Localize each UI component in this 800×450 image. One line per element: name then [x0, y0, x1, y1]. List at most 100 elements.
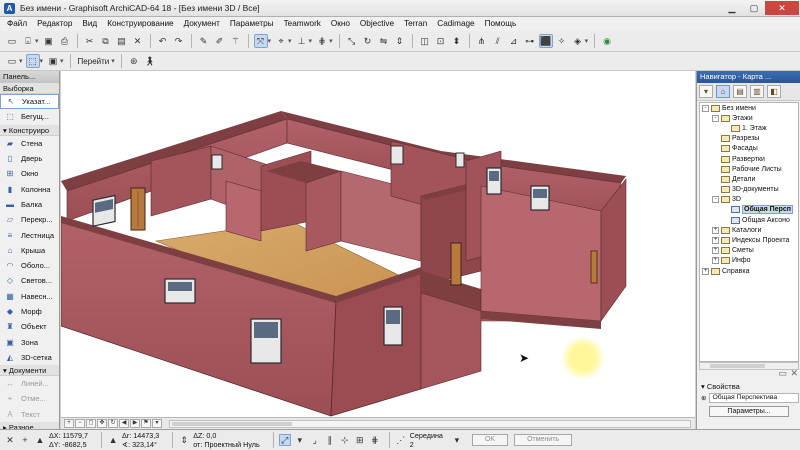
chevron-down-icon[interactable]: ▾	[35, 37, 39, 45]
tree-node[interactable]: Развертки	[700, 154, 798, 164]
view-map-icon[interactable]: ▤	[733, 85, 747, 98]
menu-item[interactable]: Помощь	[480, 17, 522, 31]
tool-door[interactable]: ▯ Дверь	[0, 151, 59, 166]
tree-node[interactable]: + Индексы Проекта	[700, 235, 798, 245]
minimize-button[interactable]: ▁	[721, 1, 743, 15]
tool-object[interactable]: ♜ Объект	[0, 319, 59, 334]
menu-item[interactable]: Конструирование	[102, 17, 178, 31]
gravity-icon[interactable]: ⊞	[354, 434, 366, 446]
tool-wall[interactable]: ▰ Стена	[0, 136, 59, 151]
parallel-icon[interactable]: ∥	[324, 434, 336, 446]
tree-node[interactable]: 3D-документы	[700, 185, 798, 195]
chevron-down-icon[interactable]: ▾	[309, 37, 313, 45]
grid-icon[interactable]: ⋕	[369, 434, 381, 446]
expand-icon[interactable]: +	[702, 267, 709, 275]
orbit-icon[interactable]: ⊛	[127, 54, 141, 68]
tree-node[interactable]: Общая Аксоно	[700, 215, 798, 225]
paste-icon[interactable]: ▤	[115, 34, 129, 48]
close-button[interactable]: ✕	[765, 1, 799, 15]
menu-item[interactable]: Вид	[77, 17, 102, 31]
tool-mesh[interactable]: ◭ 3D-сетка	[0, 350, 59, 365]
toolbox-section-select[interactable]: Выборка	[0, 83, 59, 94]
collapse-icon[interactable]: -	[712, 196, 719, 204]
scrollbar-thumb[interactable]	[172, 421, 292, 426]
special-snap-icon[interactable]: ⊹	[339, 434, 351, 446]
tree-node[interactable]: Общая Персп	[700, 205, 798, 215]
menu-item[interactable]: Документ	[179, 17, 225, 31]
drag-icon[interactable]: ⤡	[345, 34, 359, 48]
trim-icon[interactable]: ⊶	[523, 34, 537, 48]
tree-node[interactable]: Детали	[700, 174, 798, 184]
tree-node[interactable]: - Этажи	[700, 113, 798, 123]
delete-view-icon[interactable]: ✕	[790, 368, 798, 379]
cancel-button[interactable]: Отменить	[514, 434, 573, 446]
parameters-button[interactable]: Параметры...	[709, 406, 789, 417]
orbit-icon[interactable]: ↻	[108, 419, 118, 428]
menu-item[interactable]: Teamwork	[279, 17, 326, 31]
pan-icon[interactable]: ✥	[97, 419, 107, 428]
explore-icon[interactable]: ⚑	[141, 419, 151, 428]
surface-painter-icon[interactable]: ◈	[571, 34, 585, 48]
toolbox-section-document[interactable]: ▾ Документи	[0, 365, 59, 377]
publisher-icon[interactable]: ◧	[767, 85, 781, 98]
layer-icon[interactable]: ▭	[5, 54, 19, 68]
new-view-icon[interactable]: ▭	[778, 368, 787, 379]
expand-icon[interactable]: +	[712, 247, 719, 255]
group-icon[interactable]: ◫	[418, 34, 432, 48]
view-mode-icon[interactable]: ▣	[46, 54, 60, 68]
chevron-down-icon[interactable]: ▾	[40, 57, 44, 65]
project-map-icon[interactable]: ⌂	[716, 85, 730, 98]
pick-up-icon[interactable]: ✎	[197, 34, 211, 48]
tree-node[interactable]: + Сметы	[700, 246, 798, 256]
menu-item[interactable]: Редактор	[32, 17, 77, 31]
open-folder-icon[interactable]: ⌺	[21, 34, 35, 48]
lock-icon[interactable]: ⊡	[434, 34, 448, 48]
horizontal-scrollbar[interactable]	[169, 419, 691, 428]
delta-x-value[interactable]: ΔX: 11579,7	[49, 431, 88, 440]
3d-window-icon[interactable]: ⬛	[538, 34, 553, 48]
view-name-field[interactable]: Общая Перспектива	[709, 393, 799, 403]
tool-roof[interactable]: ⌂ Крыша	[0, 243, 59, 258]
toolbox-section-design[interactable]: ▾ Конструиро	[0, 124, 59, 136]
expand-icon[interactable]: +	[712, 226, 719, 234]
tree-node[interactable]: - Без имени	[700, 103, 798, 113]
tree-node[interactable]: + Инфо	[700, 256, 798, 266]
chevron-down-icon[interactable]: ▾	[585, 37, 589, 45]
mirror-icon[interactable]: ⇋	[377, 34, 391, 48]
tool-marquee[interactable]: ⬚ Бегущ...	[0, 109, 59, 124]
expand-icon[interactable]: +	[712, 257, 719, 265]
relative-icon[interactable]: ⌟	[309, 434, 321, 446]
chevron-down-icon[interactable]: ▾	[60, 57, 64, 65]
ok-button[interactable]: OK	[471, 434, 509, 446]
guide-lines-icon[interactable]: ⤧	[253, 34, 268, 48]
chevron-down-icon[interactable]: ▾	[111, 57, 115, 65]
intersect-icon[interactable]: ⋔	[475, 34, 489, 48]
tool-dimension[interactable]: ↔ Линей...	[0, 376, 59, 391]
menu-item[interactable]: Terran	[399, 17, 432, 31]
chevron-down-icon[interactable]: ▾	[288, 37, 292, 45]
tree-node[interactable]: Разрезы	[700, 134, 798, 144]
copy-icon[interactable]: ⧉	[99, 34, 113, 48]
close-icon[interactable]: ✕	[4, 434, 16, 446]
chevron-down-icon[interactable]: ▾	[268, 37, 272, 45]
add-icon[interactable]: +	[19, 434, 31, 446]
navigation-options-icon[interactable]: ▾	[152, 419, 162, 428]
teamwork-icon[interactable]: ◉	[600, 34, 614, 48]
nav-dropdown-icon[interactable]: ▾	[699, 85, 713, 98]
chevron-down-icon[interactable]: ▾	[294, 434, 306, 446]
tree-node[interactable]: 1. Этаж	[700, 123, 798, 133]
perpendicular-icon[interactable]: ⊥	[295, 34, 309, 48]
tree-node[interactable]: + Каталоги	[700, 225, 798, 235]
tool-arrow[interactable]: ↖ Указат...	[0, 94, 59, 110]
maximize-button[interactable]: ▢	[743, 1, 765, 15]
new-file-icon[interactable]: ▭	[5, 34, 19, 48]
goto-menu[interactable]: Перейти	[75, 57, 113, 66]
tree-node[interactable]: Фасады	[700, 144, 798, 154]
zoom-in-icon[interactable]: +	[64, 419, 74, 428]
snap-mode-label[interactable]: Середина	[410, 431, 443, 440]
snap-guides-icon[interactable]: ⌖	[274, 34, 288, 48]
tool-zone[interactable]: ▣ Зона	[0, 334, 59, 349]
menu-item[interactable]: Cadimage	[432, 17, 479, 31]
angle-value[interactable]: ∢: 323,14°	[122, 440, 159, 449]
inject-icon[interactable]: ✐	[213, 34, 227, 48]
